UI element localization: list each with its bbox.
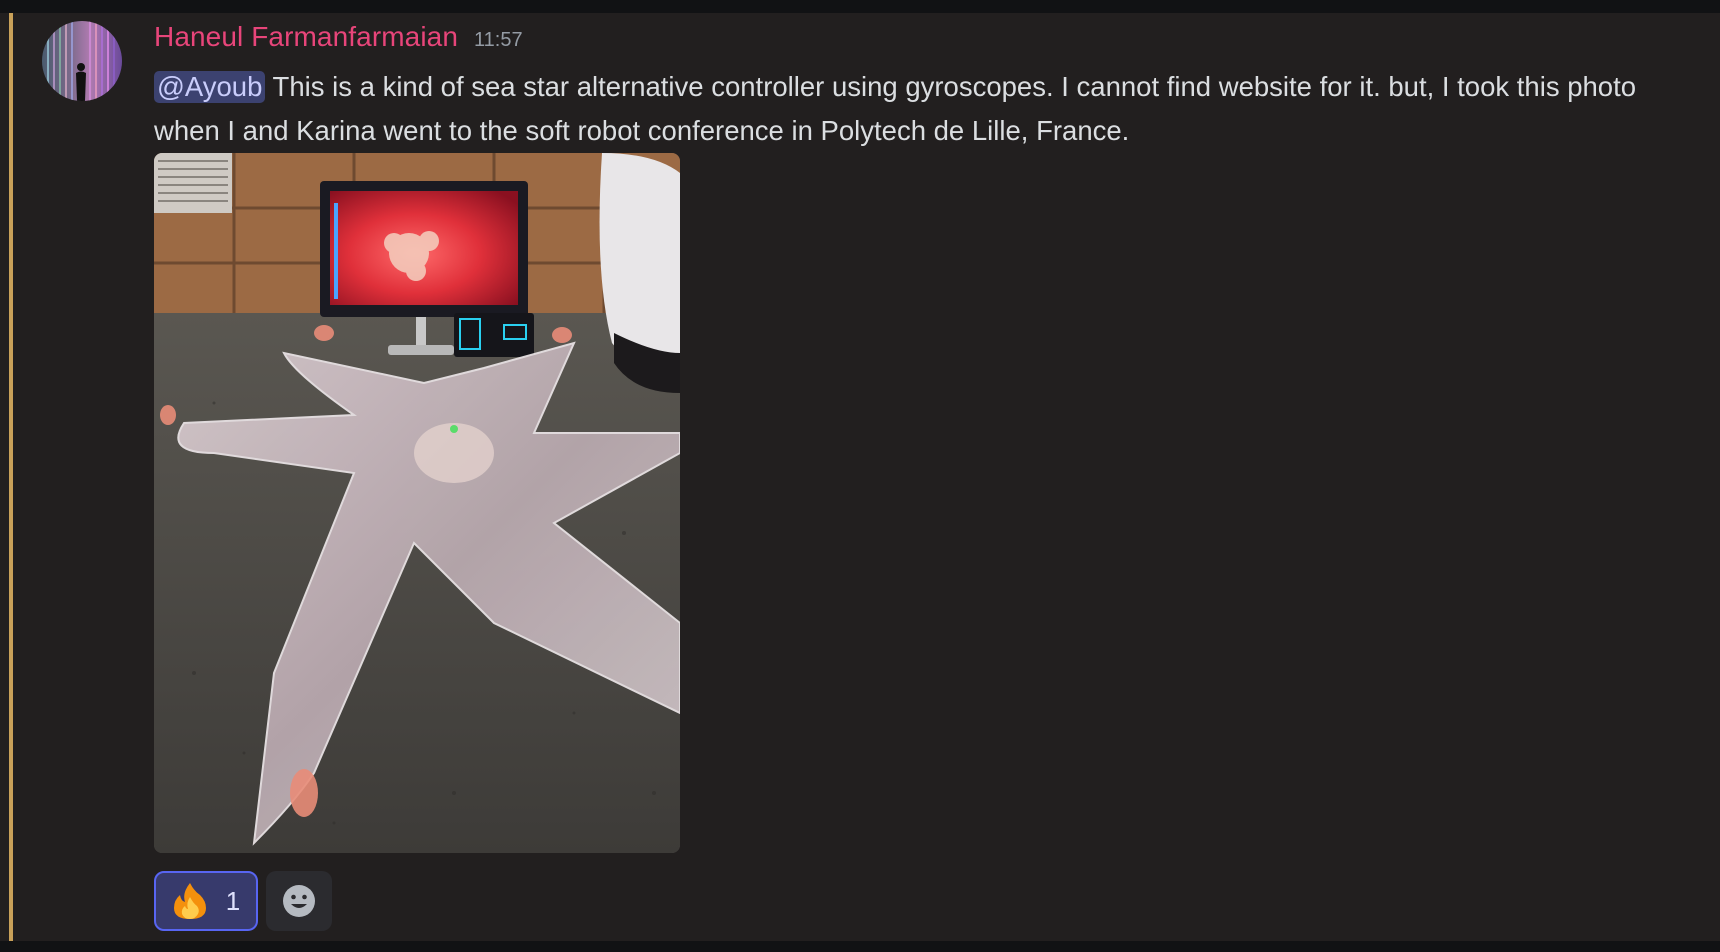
reactions-bar: 1	[154, 871, 332, 931]
mention-highlight-bar	[9, 13, 13, 941]
avatar-image	[42, 21, 122, 101]
photo-sea-star-controller	[154, 153, 680, 853]
message-timestamp[interactable]: 11:57	[474, 29, 523, 52]
author-name[interactable]: Haneul Farmanfarmaian	[154, 21, 458, 53]
fire-icon	[173, 883, 206, 919]
message-header: Haneul Farmanfarmaian 11:57	[154, 21, 523, 55]
user-avatar[interactable]	[42, 21, 122, 101]
message-content: @Ayoub This is a kind of sea star altern…	[154, 65, 1699, 153]
message-item[interactable]: Haneul Farmanfarmaian 11:57 @Ayoub This …	[0, 13, 1720, 941]
reaction-fire[interactable]: 1	[154, 871, 258, 931]
reaction-count: 1	[225, 885, 241, 916]
image-attachment[interactable]	[154, 153, 680, 853]
chat-view: Haneul Farmanfarmaian 11:57 @Ayoub This …	[0, 0, 1720, 952]
message-text: This is a kind of sea star alternative c…	[154, 71, 1637, 146]
add-reaction-button[interactable]	[266, 871, 332, 931]
smiley-add-reaction-icon	[283, 885, 315, 917]
user-mention[interactable]: @Ayoub	[154, 71, 266, 103]
